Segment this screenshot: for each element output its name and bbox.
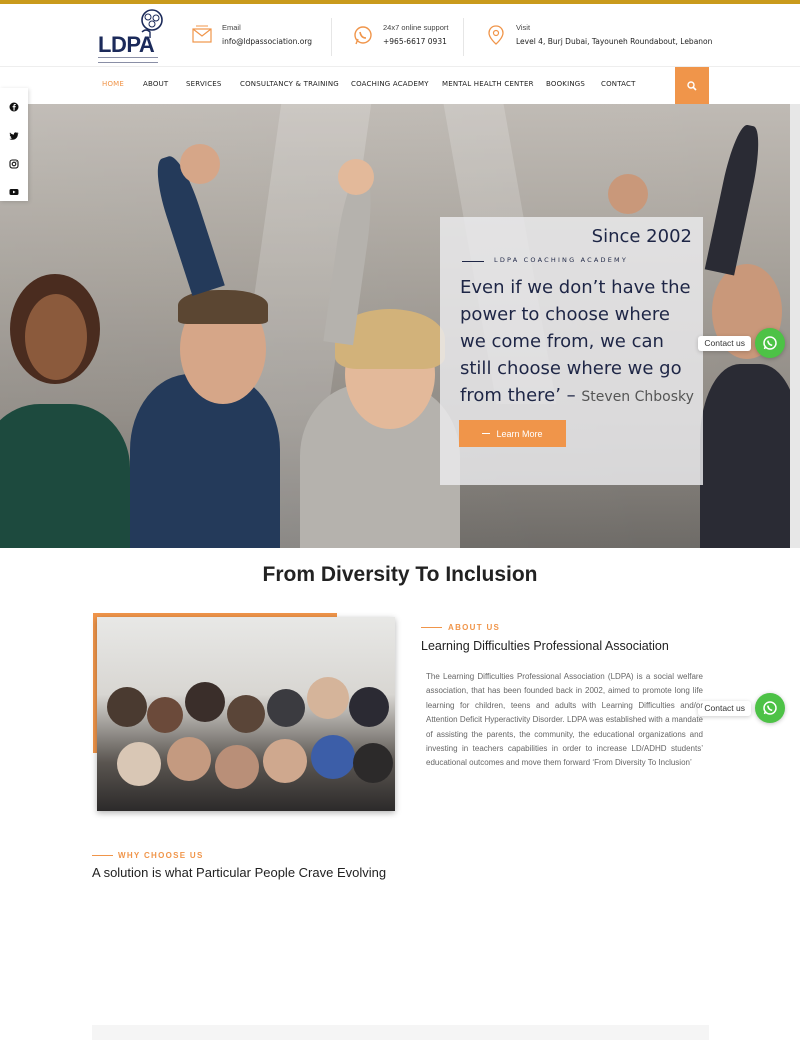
crowd-person (215, 745, 259, 789)
hero-banner: Since 2002 LDPA COACHING ACADEMY Even if… (0, 104, 790, 548)
divider (463, 18, 464, 56)
raised-fist (608, 174, 648, 214)
nav-contact[interactable]: CONTACT (601, 80, 636, 88)
hero-quote-card: Since 2002 LDPA COACHING ACADEMY Even if… (440, 217, 703, 485)
support-phone[interactable]: +965-6617 0931 (383, 37, 447, 46)
support-info: 24x7 online support +965-6617 0931 (352, 20, 467, 60)
kicker-line (421, 627, 442, 628)
about-heading: Learning Difficulties Professional Assoc… (421, 639, 669, 653)
ldpa-logo[interactable]: LDPA (98, 8, 170, 63)
nav-home[interactable]: HOME (102, 80, 124, 88)
learn-more-label: Learn More (496, 428, 543, 439)
search-icon (687, 80, 697, 91)
why-heading: A solution is what Particular People Cra… (92, 865, 387, 880)
since-year: Since 2002 (591, 226, 692, 247)
crowd-person (107, 687, 147, 727)
contact-label: Contact us (698, 701, 751, 716)
visit-info: Visit Level 4, Burj Dubai, Tayouneh Roun… (485, 20, 715, 60)
logo-text: LDPA (98, 32, 155, 57)
crowd-person (311, 735, 355, 779)
whatsapp-button[interactable] (755, 328, 785, 358)
email-info: Email info@ldpassociation.org (191, 20, 331, 60)
raised-fist (180, 144, 220, 184)
search-button[interactable] (675, 67, 709, 104)
contact-label: Contact us (698, 336, 751, 351)
raised-arm (704, 122, 766, 276)
twitter-icon[interactable] (9, 126, 19, 140)
quote-text: Even if we don’t have the power to choos… (460, 277, 691, 406)
envelope-icon (192, 25, 212, 43)
support-label: 24x7 online support (383, 23, 449, 32)
youtube-icon[interactable] (9, 182, 19, 195)
kicker-line (92, 855, 113, 856)
whatsapp-icon (763, 701, 777, 715)
person-body (0, 404, 130, 548)
quote-author: Steven Chbosky (581, 389, 694, 405)
nav-about[interactable]: ABOUT (143, 80, 168, 88)
about-kicker: ABOUT US (448, 623, 501, 632)
section-title: From Diversity To Inclusion (262, 563, 538, 586)
kicker-line (462, 261, 484, 262)
content-strip (92, 1025, 709, 1040)
why-kicker: WHY CHOOSE US (118, 851, 204, 860)
map-pin-icon (488, 25, 504, 45)
nav-mental-health-center[interactable]: MENTAL HEALTH CENTER (442, 80, 534, 88)
hero-kicker: LDPA COACHING ACADEMY (494, 256, 629, 264)
crowd-person (267, 689, 305, 727)
nav-services[interactable]: SERVICES (186, 80, 222, 88)
crowd-person (353, 743, 393, 783)
hero-quote: Even if we don’t have the power to choos… (460, 274, 700, 411)
instagram-icon[interactable] (9, 154, 19, 169)
learn-more-button[interactable]: Learn More (459, 420, 566, 447)
whatsapp-icon (354, 26, 372, 45)
whatsapp-button[interactable] (755, 693, 785, 723)
email-label: Email (222, 23, 241, 32)
crowd-person (185, 682, 225, 722)
raised-fist (338, 159, 374, 195)
crowd-person (227, 695, 265, 733)
visit-label: Visit (516, 23, 531, 32)
nav-bookings[interactable]: BOOKINGS (546, 80, 585, 88)
whatsapp-contact-widget[interactable]: Contact us (680, 328, 785, 358)
nav-consultancy-training[interactable]: CONSULTANCY & TRAINING (240, 80, 339, 88)
crowd-person (307, 677, 349, 719)
crowd-person (147, 697, 183, 733)
divider (331, 18, 332, 56)
whatsapp-icon (763, 336, 777, 350)
person-body (700, 364, 790, 548)
about-body: The Learning Difficulties Professional A… (426, 672, 703, 768)
crowd-person (167, 737, 211, 781)
group-photo (97, 617, 395, 811)
logo-tagline (98, 57, 158, 63)
crowd-person (349, 687, 389, 727)
email-value[interactable]: info@ldpassociation.org (222, 37, 312, 46)
crowd-person (263, 739, 307, 783)
social-sidebar (0, 88, 28, 201)
nav-coaching-academy[interactable]: COACHING ACADEMY (351, 80, 429, 88)
person-face (25, 294, 87, 380)
top-accent-bar (0, 0, 800, 4)
visit-address: Level 4, Burj Dubai, Tayouneh Roundabout… (516, 37, 713, 46)
scrollbar[interactable] (790, 104, 800, 548)
facebook-icon[interactable] (9, 97, 19, 112)
crowd-person (117, 742, 161, 786)
button-dash (482, 433, 491, 434)
person-body (130, 374, 280, 548)
